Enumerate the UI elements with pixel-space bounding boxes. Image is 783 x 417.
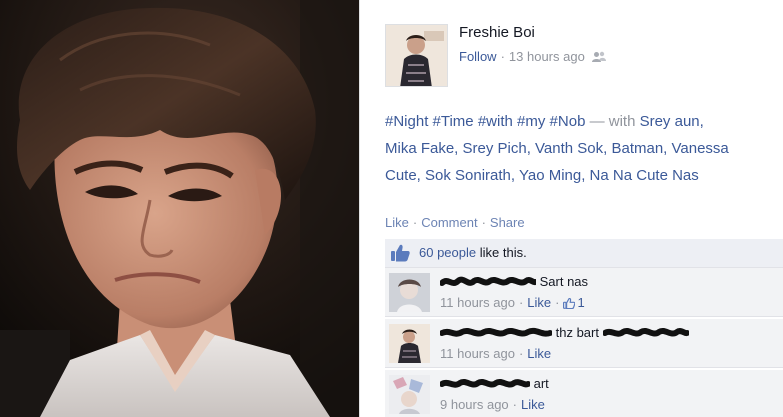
tagged-friends[interactable]: Cute, Sok Sonirath, Yao Ming, Na Na Cute… [385,167,699,184]
thumbs-up-icon [390,244,410,265]
redacted-mention-scribble [602,328,689,337]
redacted-name-scribble [440,379,530,388]
post-meta: Follow · 13 hours ago [459,49,607,66]
follow-link[interactable]: Follow [459,49,497,64]
share-action[interactable]: Share [490,215,525,230]
comment-meta: 11 hours ago · Like · 1 [440,295,585,312]
comment-item: art 9 hours ago · Like [385,370,783,417]
comment-like-link[interactable]: Like [521,397,545,412]
likers-link[interactable]: 60 people [419,245,476,260]
post-caption: #Night #Time #with #my #Nob — with Srey … [385,108,770,189]
portrait-image [0,0,359,417]
author-avatar-image [386,25,447,86]
hashtag-link[interactable]: #Nob [550,113,586,130]
post-detail-panel: Freshie Boi Follow · 13 hours ago #Night #… [359,0,783,417]
comment-meta: 11 hours ago · Like [440,346,551,361]
comment-like-count[interactable]: 1 [577,295,584,310]
separator-dot: · [518,346,524,361]
tagged-friends[interactable]: Mika Fake, Srey Pich, Vanth Sok, Batman,… [385,140,729,157]
post-photo[interactable] [0,0,359,417]
hashtag-link[interactable]: #my [517,113,545,130]
comment-like-link[interactable]: Like [527,346,551,361]
commenter-avatar[interactable] [389,324,430,363]
comment-meta: 9 hours ago · Like [440,397,545,412]
comment-like-link[interactable]: Like [527,295,551,310]
comment-timestamp[interactable]: 11 hours ago [440,295,515,310]
comment-item: Sart nas 11 hours ago · Like · 1 [385,268,783,317]
thumbs-up-icon [563,297,576,312]
post-timestamp[interactable]: 13 hours ago [509,49,585,64]
comment-item: thz bart 11 hours ago · Like [385,319,783,368]
separator-dot: · [555,295,560,310]
separator-dot: · [500,49,505,64]
tagged-friends[interactable]: Srey aun, [640,113,704,130]
like-action[interactable]: Like [385,215,409,230]
commenter-avatar[interactable] [389,375,430,414]
redacted-name-scribble [440,276,536,286]
commenter-avatar[interactable] [389,273,430,312]
comment-action[interactable]: Comment [421,215,477,230]
author-name[interactable]: Freshie Boi [459,24,535,41]
comment-text: Sart nas [539,274,589,289]
likes-summary: 60 people like this. [385,239,783,268]
hashtag-link[interactable]: #with [478,113,513,130]
friends-icon[interactable] [592,51,607,66]
comment-line: thz bart [440,325,689,340]
comment-text: art [533,376,549,391]
author-avatar[interactable] [385,24,448,87]
comment-timestamp[interactable]: 9 hours ago [440,397,509,412]
comment-text: thz bart [555,325,599,340]
separator-dot: · [512,397,518,412]
comment-line: Sart nas [440,274,588,289]
with-label: — with [589,113,636,130]
post-actions: Like · Comment · Share [385,215,525,230]
separator-dot: · [518,295,524,310]
comment-timestamp[interactable]: 11 hours ago [440,346,515,361]
redacted-name-scribble [440,327,552,337]
hashtag-link[interactable]: #Time [433,113,474,130]
hashtag-link[interactable]: #Night [385,113,428,130]
separator-dot: · [412,215,418,230]
separator-dot: · [481,215,486,230]
likes-suffix: like this. [479,245,527,260]
comment-line: art [440,376,549,391]
likes-text: 60 people like this. [419,245,527,260]
